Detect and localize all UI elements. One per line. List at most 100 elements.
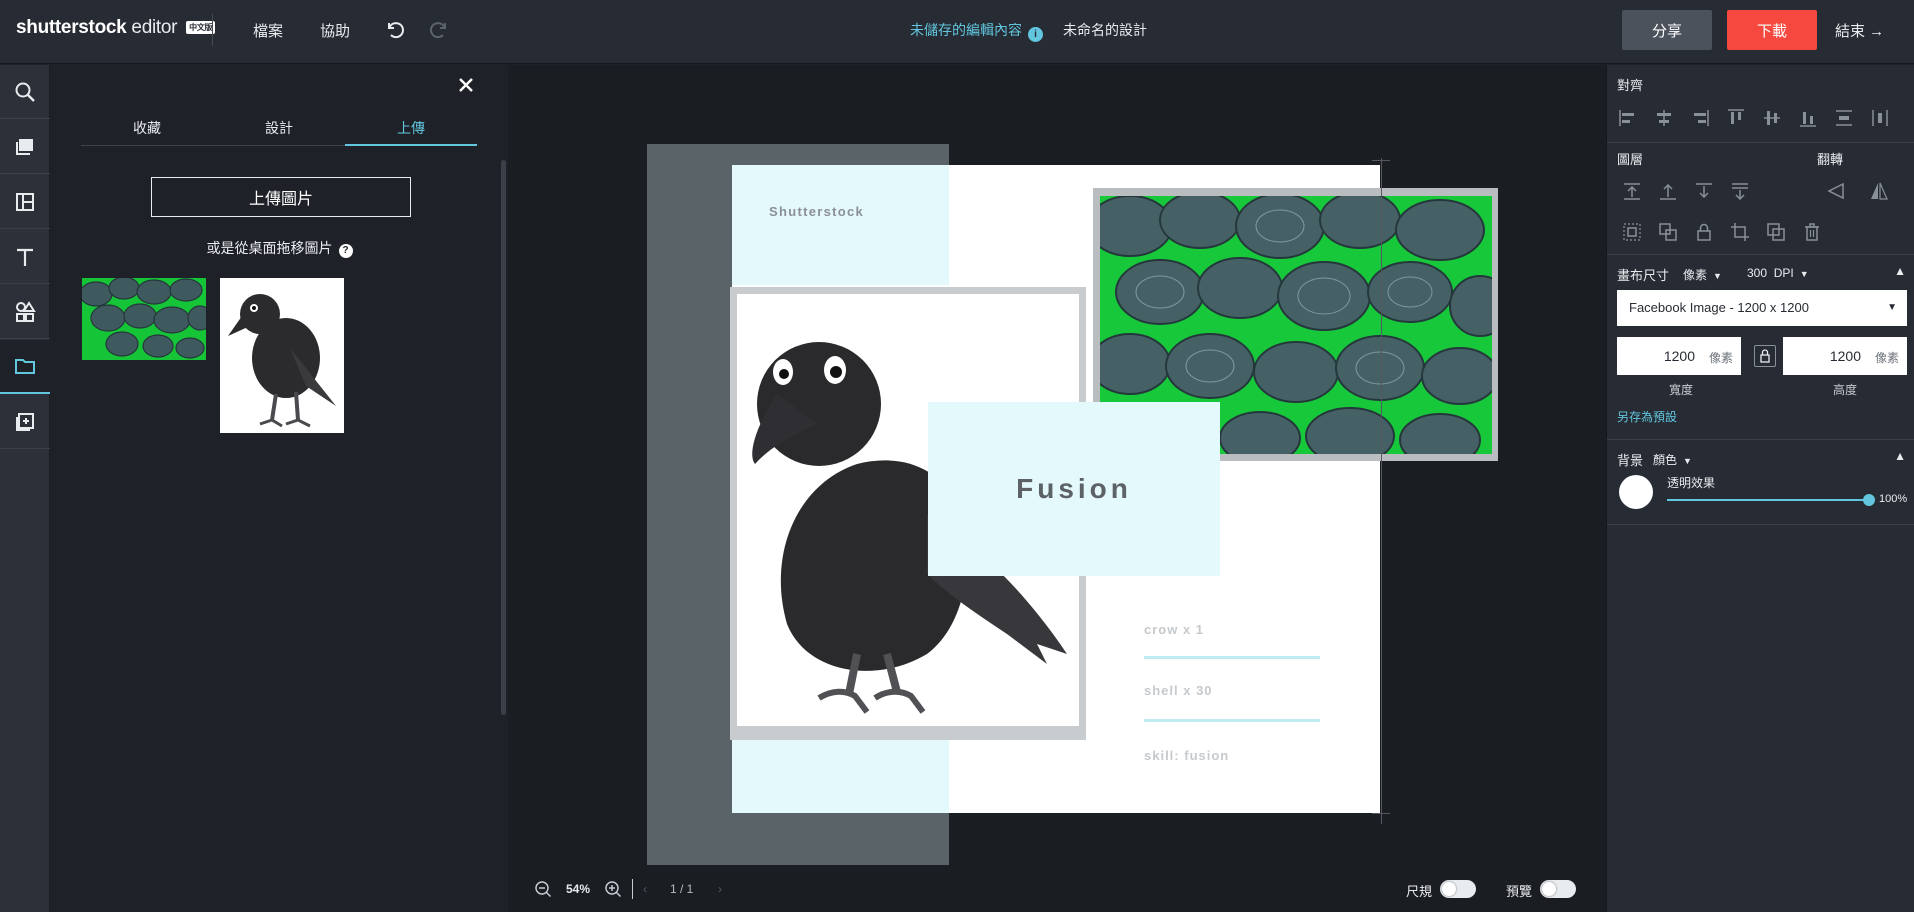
- ungroup-icon[interactable]: [1657, 221, 1679, 243]
- flip-vertical-icon[interactable]: [1867, 180, 1889, 202]
- ruler-toggle-knob: [1442, 882, 1456, 896]
- ruler-label: 尺規: [1406, 884, 1433, 899]
- download-button[interactable]: 下載: [1727, 10, 1817, 50]
- redo-icon[interactable]: [428, 17, 452, 41]
- dpi-dropdown[interactable]: 300 DPI ▼: [1747, 266, 1809, 280]
- canvas-size-title: 畫布尺寸: [1617, 268, 1670, 283]
- stat-shell[interactable]: shell x 30: [1144, 683, 1213, 698]
- opacity-value: 100%: [1879, 493, 1908, 505]
- design-name[interactable]: 未命名的設計: [1063, 20, 1147, 40]
- trash-icon[interactable]: [1801, 221, 1823, 243]
- rail-text[interactable]: [0, 230, 50, 284]
- artboard-brand-text[interactable]: Shutterstock: [769, 204, 864, 219]
- background-type-dropdown[interactable]: 顏色 ▼: [1653, 451, 1692, 468]
- height-label: 高度: [1833, 383, 1858, 397]
- bring-to-front-icon[interactable]: [1621, 180, 1643, 202]
- width-field[interactable]: 1200 像素: [1617, 337, 1741, 375]
- rail-images[interactable]: [0, 120, 50, 174]
- rail-add-page[interactable]: [0, 395, 50, 449]
- elements-icon: [16, 300, 36, 322]
- align-top-icon[interactable]: [1725, 107, 1747, 129]
- align-bottom-icon[interactable]: [1797, 107, 1819, 129]
- zoom-divider: [632, 879, 633, 899]
- distribute-vertical-icon[interactable]: [1833, 107, 1855, 129]
- add-page-icon: [16, 412, 34, 431]
- send-to-back-icon[interactable]: [1729, 180, 1751, 202]
- menu-file[interactable]: 檔案: [253, 20, 283, 41]
- flip-title: 翻轉: [1817, 152, 1844, 167]
- width-label: 寬度: [1669, 383, 1694, 397]
- zoom-level[interactable]: 54%: [566, 882, 590, 896]
- fusion-text-box[interactable]: Fusion: [928, 402, 1220, 576]
- unsaved-status-text: 未儲存的編輯內容: [910, 22, 1022, 38]
- save-preset-link[interactable]: 另存為預設: [1617, 408, 1677, 425]
- chevron-down-icon: ▼: [1683, 456, 1692, 466]
- unit-dropdown[interactable]: 像素 ▼: [1683, 266, 1722, 283]
- upload-image-button[interactable]: 上傳圖片: [151, 177, 411, 217]
- preview-toggle[interactable]: [1540, 880, 1576, 898]
- opacity-slider-track[interactable]: [1667, 499, 1869, 501]
- send-backward-icon[interactable]: [1693, 180, 1715, 202]
- close-icon[interactable]: [454, 73, 478, 97]
- info-icon[interactable]: i: [1028, 27, 1043, 42]
- undo-icon[interactable]: [382, 17, 406, 41]
- chevron-down-icon: ▼: [1799, 269, 1809, 279]
- height-value: 1200: [1829, 348, 1861, 364]
- app-logo[interactable]: shutterstock editor 中文版: [16, 17, 216, 39]
- aspect-lock-icon[interactable]: [1754, 345, 1776, 367]
- uploaded-image-turtles[interactable]: [82, 278, 206, 360]
- opacity-slider-handle[interactable]: [1863, 494, 1875, 506]
- rail-search[interactable]: [0, 65, 50, 119]
- group-icon[interactable]: [1621, 221, 1643, 243]
- share-button[interactable]: 分享: [1622, 10, 1712, 50]
- artboard-cyan-block-bottom[interactable]: [732, 740, 949, 813]
- uploaded-image-crow[interactable]: [220, 278, 344, 433]
- background-color-swatch[interactable]: [1619, 475, 1653, 509]
- panel-scrollbar[interactable]: [501, 160, 506, 715]
- prev-page-icon[interactable]: ‹: [643, 882, 647, 896]
- preset-dropdown[interactable]: Facebook Image - 1200 x 1200 ▼: [1617, 290, 1907, 326]
- fusion-text[interactable]: Fusion: [1016, 473, 1132, 505]
- preview-toggle-knob: [1542, 882, 1556, 896]
- flip-horizontal-icon[interactable]: [1825, 180, 1847, 202]
- artboard-cyan-block-top[interactable]: [732, 165, 949, 285]
- stat-divider-2[interactable]: [1144, 719, 1320, 722]
- finish-button[interactable]: 結束 →: [1835, 20, 1884, 41]
- zoom-out-icon[interactable]: [534, 880, 552, 898]
- dpi-unit: DPI: [1773, 266, 1794, 280]
- lock-icon[interactable]: [1693, 221, 1715, 243]
- canvas-size-collapse-icon[interactable]: ▲: [1894, 264, 1906, 278]
- tab-uploads[interactable]: 上傳: [345, 110, 477, 146]
- help-icon[interactable]: ?: [338, 244, 353, 258]
- align-divider: [1607, 142, 1914, 143]
- align-middle-v-icon[interactable]: [1761, 107, 1783, 129]
- distribute-horizontal-icon[interactable]: [1869, 107, 1891, 129]
- height-field[interactable]: 1200 像素: [1783, 337, 1907, 375]
- drag-hint-text: 或是從桌面拖移圖片: [206, 240, 333, 256]
- menu-help[interactable]: 協助: [320, 20, 350, 41]
- rail-uploads[interactable]: [0, 340, 50, 394]
- templates-icon: [16, 192, 34, 211]
- ruler-toggle[interactable]: [1440, 880, 1476, 898]
- dpi-value: 300: [1747, 266, 1768, 280]
- unsaved-status[interactable]: 未儲存的編輯內容 i: [910, 20, 1043, 42]
- artboard-guide-tick-bottom: [1372, 813, 1390, 814]
- stat-divider-1[interactable]: [1144, 656, 1320, 659]
- duplicate-icon[interactable]: [1765, 221, 1787, 243]
- rail-elements[interactable]: [0, 285, 50, 339]
- align-center-h-icon[interactable]: [1653, 107, 1675, 129]
- bring-forward-icon[interactable]: [1657, 180, 1679, 202]
- stat-skill[interactable]: skill: fusion: [1144, 748, 1229, 763]
- align-left-icon[interactable]: [1617, 107, 1639, 129]
- preset-value: Facebook Image - 1200 x 1200: [1629, 300, 1809, 315]
- background-collapse-icon[interactable]: ▲: [1894, 449, 1906, 463]
- rail-templates[interactable]: [0, 175, 50, 229]
- zoom-in-icon[interactable]: [604, 880, 622, 898]
- next-page-icon[interactable]: ›: [718, 882, 722, 896]
- background-divider: [1607, 524, 1914, 525]
- stat-crow[interactable]: crow x 1: [1144, 622, 1204, 637]
- tab-favorites[interactable]: 收藏: [81, 110, 213, 146]
- crop-icon[interactable]: [1729, 221, 1751, 243]
- tab-designs[interactable]: 設計: [213, 110, 345, 146]
- align-right-icon[interactable]: [1689, 107, 1711, 129]
